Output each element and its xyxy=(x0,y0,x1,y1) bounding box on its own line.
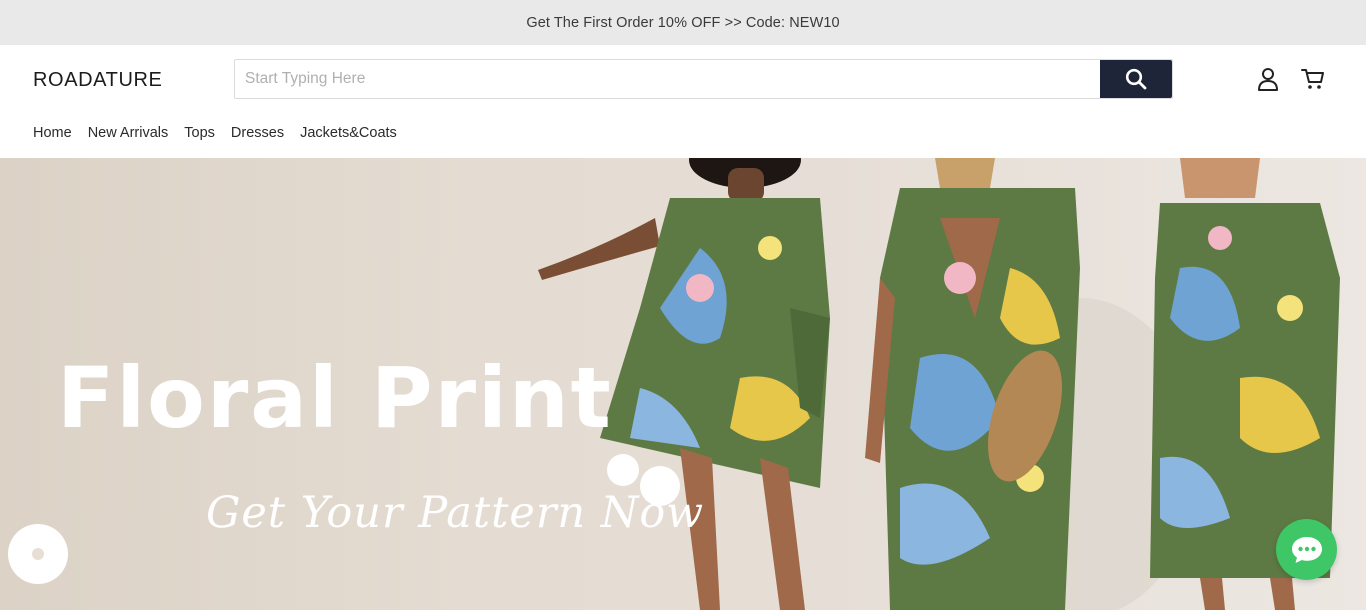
account-icon[interactable] xyxy=(1256,66,1280,92)
nav-tops[interactable]: Tops xyxy=(184,125,215,141)
search-button[interactable] xyxy=(1100,60,1172,98)
main-nav: Home New Arrivals Tops Dresses Jackets&C… xyxy=(33,125,413,141)
nav-jackets-coats[interactable]: Jackets&Coats xyxy=(300,125,397,141)
hero-banner[interactable]: Floral Print Get Your Pattern Now xyxy=(0,158,1366,610)
chat-bubble-icon xyxy=(1291,536,1322,563)
site-header: ROADATURE Home New Arrivals Tops Dresses… xyxy=(0,45,1366,158)
announcement-bar: Get The First Order 10% OFF >> Code: NEW… xyxy=(0,0,1366,45)
chat-button[interactable] xyxy=(1276,519,1337,580)
nav-dresses[interactable]: Dresses xyxy=(231,125,284,141)
search-bar xyxy=(234,59,1173,99)
flower-decoration-left xyxy=(8,524,68,584)
nav-new-arrivals[interactable]: New Arrivals xyxy=(88,125,169,141)
site-logo[interactable]: ROADATURE xyxy=(33,69,162,92)
announcement-text: Get The First Order 10% OFF >> Code: NEW… xyxy=(526,14,840,31)
nav-home[interactable]: Home xyxy=(33,125,72,141)
search-icon xyxy=(1125,68,1147,90)
hero-title: Floral Print xyxy=(57,349,613,447)
search-input[interactable] xyxy=(235,60,1100,98)
cart-icon[interactable] xyxy=(1300,67,1326,91)
model-2-figure xyxy=(865,158,1080,610)
hero-subtitle: Get Your Pattern Now xyxy=(206,488,705,538)
